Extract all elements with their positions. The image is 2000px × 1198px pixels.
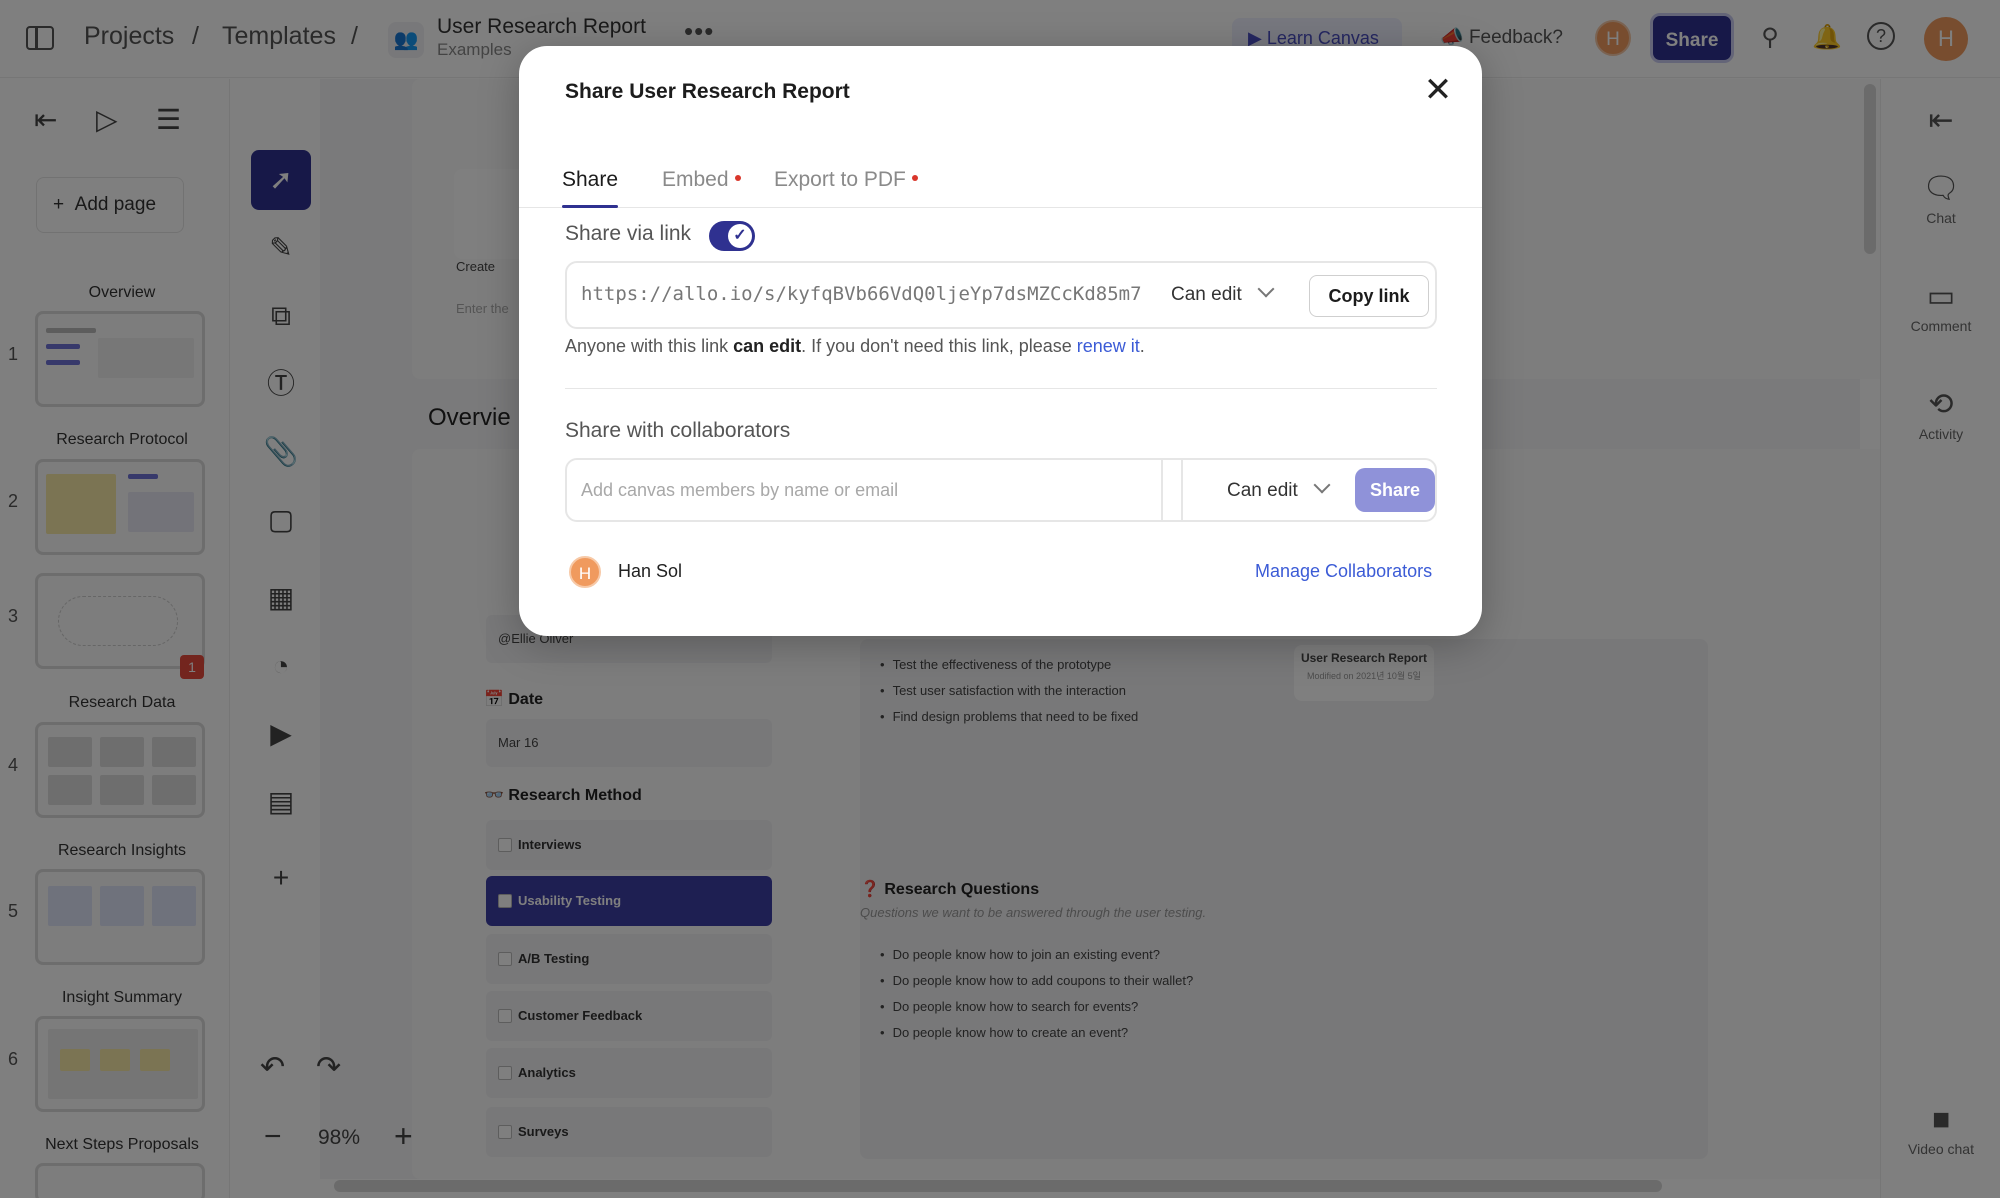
share-link-url[interactable]: https://allo.io/s/kyfqBVb66VdQ0ljeYp7dsM… — [581, 283, 1141, 305]
collaborators-heading: Share with collaborators — [565, 419, 791, 442]
info-text-part: Anyone with this link — [565, 336, 734, 356]
tab-export-pdf-label: Export to PDF — [774, 168, 906, 191]
avatar: H — [569, 556, 601, 588]
link-permission-value: Can edit — [1171, 284, 1242, 305]
share-link-toggle[interactable]: ✓ — [709, 221, 755, 251]
renew-link[interactable]: renew it — [1077, 336, 1140, 356]
collaborator-permission-dropdown[interactable]: Can edit — [1227, 476, 1331, 502]
share-link-box: https://allo.io/s/kyfqBVb66VdQ0ljeYp7dsM… — [565, 261, 1437, 329]
close-icon[interactable]: ✕ — [1419, 72, 1457, 110]
input-divider — [1161, 460, 1183, 520]
link-info-text: Anyone with this link can edit. If you d… — [565, 336, 1145, 357]
tab-embed-label: Embed — [662, 168, 729, 191]
invite-share-button[interactable]: Share — [1355, 468, 1435, 512]
member-name: Han Sol — [618, 561, 683, 581]
collaborator-search-input[interactable] — [567, 460, 1161, 520]
tab-share-label: Share — [562, 168, 619, 191]
tab-embed[interactable]: Embed — [662, 168, 741, 208]
tab-share[interactable]: Share — [562, 168, 619, 208]
section-divider — [565, 388, 1437, 389]
tab-export-pdf[interactable]: Export to PDF — [774, 168, 918, 208]
share-dialog: Share User Research Report ✕ Share Embed… — [519, 46, 1482, 636]
new-indicator-dot — [734, 175, 741, 181]
copy-link-button[interactable]: Copy link — [1309, 275, 1429, 317]
info-text-bold: can edit — [733, 336, 802, 356]
chevron-down-icon — [1257, 280, 1275, 298]
dialog-tabs: Share Embed Export to PDF — [519, 148, 1482, 208]
dialog-title: Share User Research Report — [565, 80, 850, 103]
chevron-down-icon — [1313, 476, 1331, 494]
info-text-part: . If you don't need this link, please — [801, 336, 1077, 356]
share-via-link-label: Share via link — [565, 222, 692, 245]
check-icon: ✓ — [728, 224, 752, 248]
manage-collaborators-link[interactable]: Manage Collaborators — [1255, 561, 1432, 582]
link-permission-dropdown[interactable]: Can edit — [1171, 280, 1275, 306]
new-indicator-dot — [911, 175, 918, 181]
info-text-part: . — [1139, 336, 1145, 356]
collaborator-permission-value: Can edit — [1227, 480, 1298, 501]
collaborator-invite-box: Can edit Share — [565, 458, 1437, 522]
